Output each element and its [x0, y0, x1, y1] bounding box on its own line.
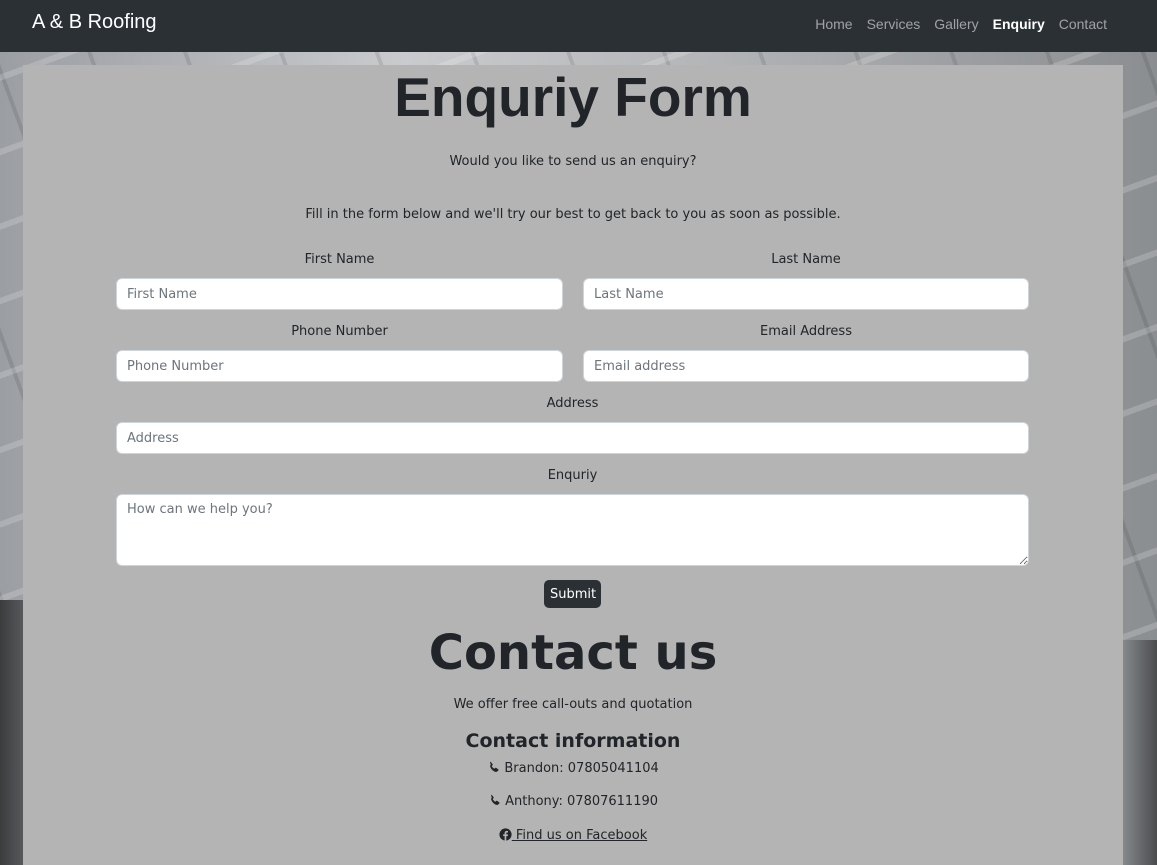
navbar: A & B Roofing Home Services Gallery Enqu… — [0, 0, 1157, 52]
nav-gallery[interactable]: Gallery — [934, 16, 978, 32]
address-label: Address — [546, 396, 599, 411]
nav-home[interactable]: Home — [815, 16, 852, 32]
page-title: Enquriy Form — [394, 66, 752, 128]
phone-entry-anthony: Anthony: 07807611190 — [23, 794, 1123, 809]
instructions-text: Fill in the form below and we'll try our… — [305, 207, 841, 222]
contact-info-title: Contact information — [465, 730, 681, 752]
nav-enquiry[interactable]: Enquiry — [993, 16, 1045, 32]
facebook-icon — [499, 828, 512, 841]
nav-contact[interactable]: Contact — [1059, 16, 1107, 32]
nav-links: Home Services Gallery Enquiry Contact — [815, 16, 1107, 32]
facebook-row: Find us on Facebook — [23, 828, 1123, 843]
intro-text: Would you like to send us an enquiry? — [449, 154, 697, 169]
email-label: Email Address — [760, 324, 852, 339]
enquiry-panel: Enquriy Form Would you like to send us a… — [23, 65, 1123, 865]
phone-label: Phone Number — [291, 324, 388, 339]
contact-title: Contact us — [428, 625, 718, 681]
submit-button[interactable]: Submit — [544, 580, 601, 608]
background-shadow-right — [1121, 640, 1157, 865]
nav-services[interactable]: Services — [867, 16, 921, 32]
phone-input[interactable] — [116, 350, 563, 382]
email-input[interactable] — [583, 350, 1029, 382]
brand-logo[interactable]: A & B Roofing — [32, 11, 157, 34]
phone-text: Brandon: 07805041104 — [504, 761, 659, 776]
facebook-link[interactable]: Find us on Facebook — [499, 828, 647, 843]
enquiry-label: Enquriy — [547, 468, 598, 483]
first-name-input[interactable] — [116, 278, 563, 310]
phone-text: Anthony: 07807611190 — [505, 794, 659, 809]
first-name-label: First Name — [304, 252, 375, 267]
phone-entry-brandon: Brandon: 07805041104 — [23, 761, 1123, 776]
phone-icon — [490, 761, 499, 772]
last-name-label: Last Name — [771, 252, 841, 267]
facebook-link-text: Find us on Facebook — [511, 828, 648, 843]
contact-subtitle: We offer free call-outs and quotation — [453, 697, 693, 712]
address-input[interactable] — [116, 422, 1029, 454]
enquiry-textarea[interactable] — [116, 494, 1029, 566]
last-name-input[interactable] — [583, 278, 1029, 310]
phone-icon — [490, 794, 500, 805]
